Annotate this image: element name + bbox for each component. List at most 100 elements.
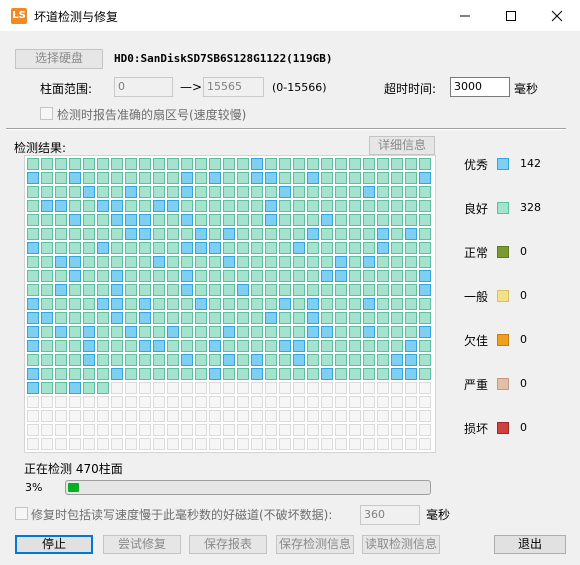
cylinder-cell <box>265 396 277 408</box>
cylinder-cell <box>251 242 263 254</box>
cylinder-end-field[interactable]: 15565 <box>203 77 264 97</box>
cylinder-cell <box>223 298 235 310</box>
maximize-button[interactable] <box>488 0 534 31</box>
cylinder-cell <box>111 284 123 296</box>
cylinder-cell <box>419 256 431 268</box>
timeout-input[interactable]: 3000 <box>450 77 510 97</box>
cylinder-cell <box>69 312 81 324</box>
cylinder-cell <box>377 382 389 394</box>
cylinder-cell <box>209 256 221 268</box>
read-info-button[interactable]: 读取检测信息 <box>362 535 440 554</box>
cylinder-cell <box>153 172 165 184</box>
cylinder-cell <box>335 340 347 352</box>
cylinder-cell <box>335 396 347 408</box>
legend-count: 328 <box>520 201 541 214</box>
cylinder-cell <box>279 354 291 366</box>
cylinder-cell <box>321 424 333 436</box>
cylinder-cell <box>391 424 403 436</box>
cylinder-cell <box>55 354 67 366</box>
cylinder-cell <box>377 354 389 366</box>
cylinder-cell <box>195 256 207 268</box>
cylinder-cell <box>195 214 207 226</box>
cylinder-cell <box>97 312 109 324</box>
cylinder-cell <box>153 298 165 310</box>
cylinder-cell <box>97 326 109 338</box>
cylinder-cell <box>55 298 67 310</box>
report-sector-checkbox[interactable] <box>40 107 53 120</box>
cylinder-cell <box>293 312 305 324</box>
try-repair-button[interactable]: 尝试修复 <box>103 535 181 554</box>
cylinder-cell <box>83 298 95 310</box>
cylinder-cell <box>237 340 249 352</box>
cylinder-cell <box>363 396 375 408</box>
cylinder-cell <box>321 382 333 394</box>
cylinder-cell <box>363 438 375 450</box>
minimize-button[interactable] <box>442 0 488 31</box>
cylinder-cell <box>237 298 249 310</box>
repair-slow-checkbox[interactable] <box>15 507 28 520</box>
cylinder-cell <box>293 256 305 268</box>
cylinder-cell <box>55 228 67 240</box>
cylinder-cell <box>27 284 39 296</box>
cylinder-cell <box>265 326 277 338</box>
cylinder-cell <box>111 158 123 170</box>
cylinder-cell <box>181 200 193 212</box>
cylinder-cell <box>41 424 53 436</box>
cylinder-cell <box>405 312 417 324</box>
cylinder-cell <box>279 200 291 212</box>
cylinder-cell <box>419 228 431 240</box>
cylinder-cell <box>83 284 95 296</box>
cylinder-cell <box>83 158 95 170</box>
save-report-button[interactable]: 保存报表 <box>189 535 267 554</box>
details-button[interactable]: 详细信息 <box>369 136 435 155</box>
cylinder-cell <box>279 186 291 198</box>
cylinder-cell <box>69 214 81 226</box>
cylinder-cell <box>405 340 417 352</box>
cylinder-cell <box>321 326 333 338</box>
cylinder-cell <box>349 438 361 450</box>
cylinder-cell <box>377 284 389 296</box>
close-button[interactable] <box>534 0 580 31</box>
cylinder-cell <box>181 340 193 352</box>
cylinder-cell <box>377 228 389 240</box>
cylinder-cell <box>69 438 81 450</box>
cylinder-cell <box>391 354 403 366</box>
save-info-button[interactable]: 保存检测信息 <box>276 535 354 554</box>
cylinder-cell <box>265 214 277 226</box>
cylinder-cell <box>419 214 431 226</box>
cylinder-cell <box>391 242 403 254</box>
cylinder-cell <box>265 382 277 394</box>
cylinder-cell <box>307 396 319 408</box>
stop-button[interactable]: 停止 <box>15 535 93 554</box>
cylinder-cell <box>419 326 431 338</box>
cylinder-cell <box>69 158 81 170</box>
cylinder-cell <box>377 424 389 436</box>
cylinder-cell <box>419 186 431 198</box>
cylinder-cell <box>321 438 333 450</box>
cylinder-cell <box>139 158 151 170</box>
cylinder-cell <box>237 186 249 198</box>
cylinder-cell <box>307 340 319 352</box>
repair-threshold-field[interactable]: 360 <box>360 505 420 525</box>
cylinder-cell <box>419 368 431 380</box>
cylinder-cell <box>195 186 207 198</box>
cylinder-cell <box>139 438 151 450</box>
cylinder-cell <box>237 438 249 450</box>
cylinder-cell <box>41 242 53 254</box>
cylinder-range-label: 柱面范围: <box>40 82 93 96</box>
cylinder-start-field[interactable]: 0 <box>114 77 173 97</box>
cylinder-cell <box>195 200 207 212</box>
cylinder-cell <box>111 186 123 198</box>
cylinder-cell <box>153 410 165 422</box>
select-disk-button[interactable]: 选择硬盘 <box>15 49 103 69</box>
cylinder-cell <box>405 368 417 380</box>
cylinder-cell <box>111 396 123 408</box>
exit-button[interactable]: 退出 <box>494 535 566 554</box>
cylinder-map-grid <box>24 155 436 453</box>
cylinder-cell <box>419 410 431 422</box>
cylinder-cell <box>405 438 417 450</box>
cylinder-cell <box>335 298 347 310</box>
cylinder-cell <box>251 424 263 436</box>
cylinder-cell <box>363 340 375 352</box>
cylinder-cell <box>167 354 179 366</box>
